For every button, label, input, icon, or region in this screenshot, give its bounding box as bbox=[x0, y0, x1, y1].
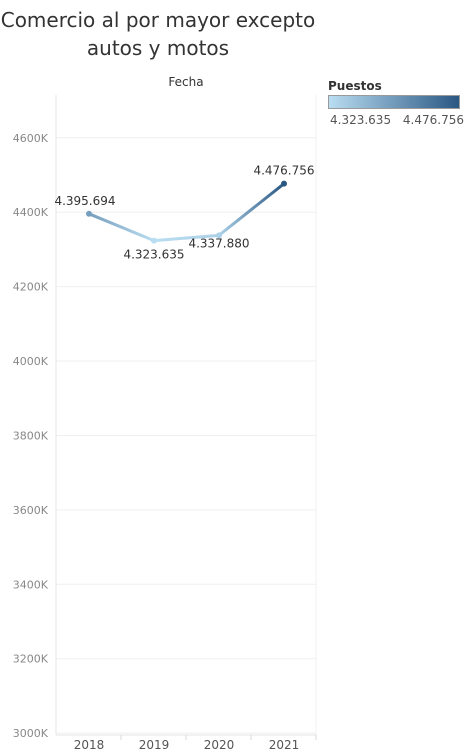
x-tick-label: 2019 bbox=[139, 738, 170, 752]
y-tick-label: 3000K bbox=[13, 727, 49, 740]
data-label: 4.323.635 bbox=[123, 248, 184, 262]
y-tick-label: 3200K bbox=[13, 653, 49, 666]
column-header-fecha: Fecha bbox=[168, 75, 203, 89]
line-segment bbox=[87, 212, 156, 243]
y-tick-label: 3600K bbox=[13, 504, 49, 517]
data-point bbox=[151, 237, 157, 244]
legend-max-label: 4.476.756 bbox=[402, 113, 464, 127]
data-label: 4.395.694 bbox=[54, 194, 115, 208]
y-tick-label: 3400K bbox=[13, 578, 49, 591]
y-tick-label: 4400K bbox=[13, 206, 49, 219]
y-tick-label: 4200K bbox=[13, 281, 49, 294]
x-tick-label: 2021 bbox=[269, 738, 300, 752]
line-segment bbox=[217, 182, 286, 237]
data-point bbox=[86, 210, 92, 217]
color-legend[interactable]: Puestos 4.323.635 4.476.756 bbox=[328, 78, 464, 131]
y-tick-label: 4600K bbox=[13, 132, 49, 145]
x-tick-label: 2018 bbox=[74, 738, 105, 752]
data-label: 4.337.880 bbox=[188, 236, 249, 250]
x-tick-label: 2020 bbox=[204, 738, 235, 752]
data-point bbox=[281, 180, 287, 187]
legend-title: Puestos bbox=[328, 79, 382, 93]
y-tick-label: 3800K bbox=[13, 429, 49, 442]
legend-min-label: 4.323.635 bbox=[330, 113, 392, 127]
y-tick-label: 4000K bbox=[13, 355, 49, 368]
legend-gradient-bar bbox=[328, 95, 460, 109]
data-label: 4.476.756 bbox=[253, 164, 314, 178]
